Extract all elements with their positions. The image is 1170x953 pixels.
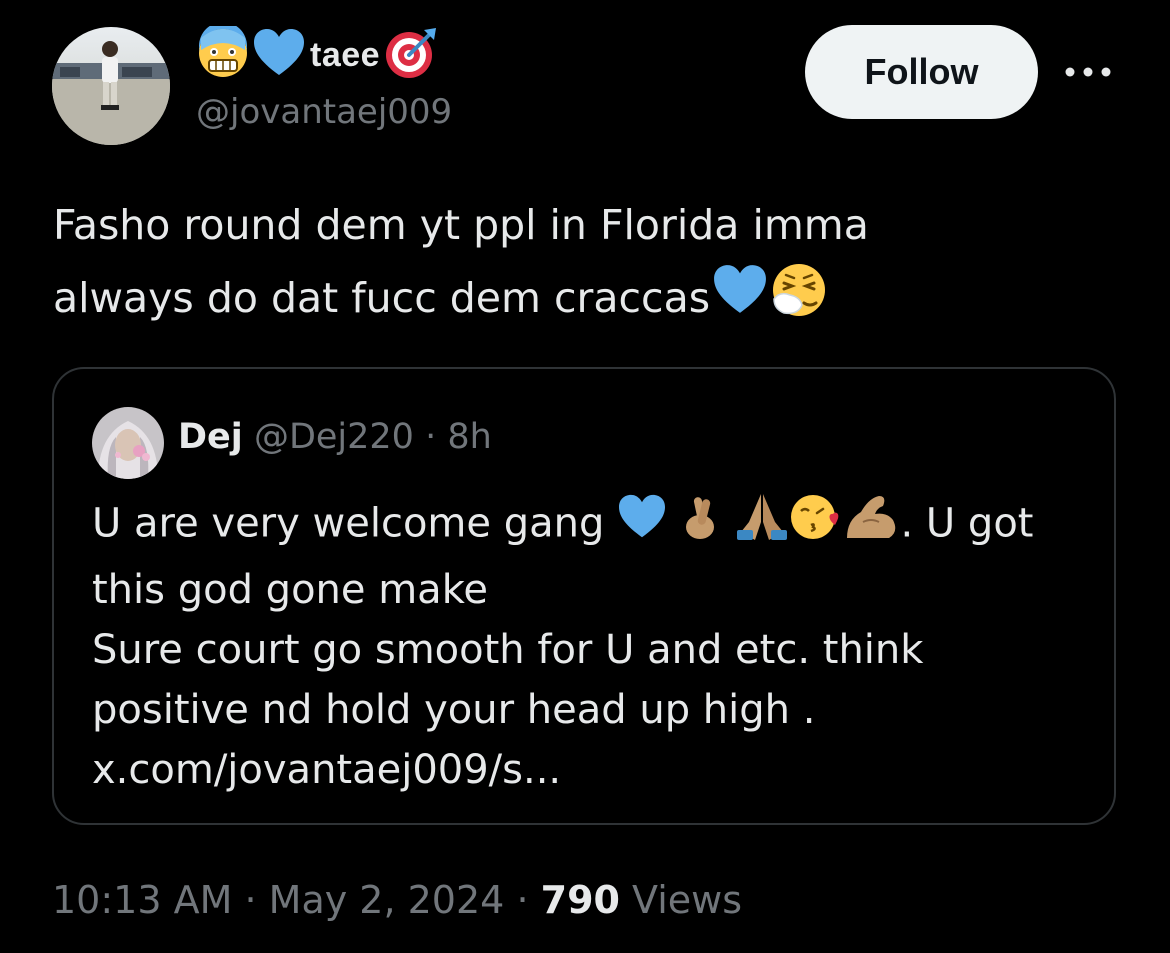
author-display-name: taee bbox=[310, 35, 381, 74]
quoted-text-line: Sure court go smooth for U and etc. thin… bbox=[92, 627, 924, 673]
blue-heart-icon bbox=[617, 494, 667, 557]
more-horizontal-icon bbox=[1063, 65, 1113, 83]
follow-button[interactable]: Follow bbox=[805, 25, 1038, 119]
tweet-date[interactable]: May 2, 2024 bbox=[269, 878, 505, 922]
tweet-text-line-content: always do dat fucc dem craccas bbox=[53, 274, 711, 322]
author-avatar[interactable] bbox=[52, 27, 170, 145]
quoted-tweet-header: Dej @Dej220 · 8h bbox=[178, 417, 492, 457]
author-handle[interactable]: @jovantaej009 bbox=[196, 92, 452, 132]
author-name-row[interactable]: taee bbox=[196, 21, 438, 85]
flexed-biceps-icon bbox=[843, 492, 901, 559]
folded-hands-icon bbox=[735, 492, 789, 559]
tweet-text-line: always do dat fucc dem craccas bbox=[53, 261, 1113, 341]
more-options-button[interactable] bbox=[1063, 56, 1113, 92]
crossed-fingers-icon bbox=[680, 493, 722, 558]
quoted-text-line: this god gone make bbox=[92, 567, 489, 613]
tweet-meta: 10:13 AM · May 2, 2024 · 790 Views bbox=[52, 878, 742, 922]
quoted-author-name[interactable]: Dej bbox=[178, 417, 243, 457]
quoted-text-line: U are very welcome gang . U got bbox=[92, 491, 1092, 560]
direct-hit-icon bbox=[384, 26, 438, 85]
quoted-text-segment: . U got bbox=[900, 500, 1034, 547]
blue-heart-icon bbox=[712, 264, 768, 338]
blue-heart-icon bbox=[252, 28, 306, 83]
quoted-author-avatar[interactable] bbox=[92, 407, 164, 479]
quoted-text-segment: U are very welcome gang bbox=[92, 500, 605, 547]
quoted-tweet-time[interactable]: 8h bbox=[447, 417, 491, 457]
views-count: 790 bbox=[540, 878, 620, 922]
quoted-text-link[interactable]: x.com/jovantaej009/s... bbox=[92, 740, 1092, 800]
face-blowing-kiss-icon bbox=[789, 491, 843, 560]
meta-separator: · bbox=[244, 878, 257, 922]
quoted-tweet-card[interactable]: Dej @Dej220 · 8h U are very welcome gang bbox=[52, 367, 1116, 825]
quoted-author-handle[interactable]: @Dej220 bbox=[254, 417, 414, 457]
tweet-time[interactable]: 10:13 AM bbox=[52, 878, 232, 922]
sneezing-face-icon bbox=[770, 261, 828, 341]
quoted-tweet-text: U are very welcome gang . U got this god… bbox=[92, 491, 1092, 800]
quoted-text-line: positive nd hold your head up high . bbox=[92, 687, 816, 733]
tweet-text: Fasho round dem yt ppl in Florida imma a… bbox=[53, 190, 1113, 341]
meta-separator: · bbox=[516, 878, 529, 922]
header-separator: · bbox=[425, 417, 437, 457]
views-label: Views bbox=[632, 878, 743, 922]
tweet-text-line: Fasho round dem yt ppl in Florida imma bbox=[53, 201, 869, 249]
anxious-face-icon bbox=[196, 21, 250, 85]
